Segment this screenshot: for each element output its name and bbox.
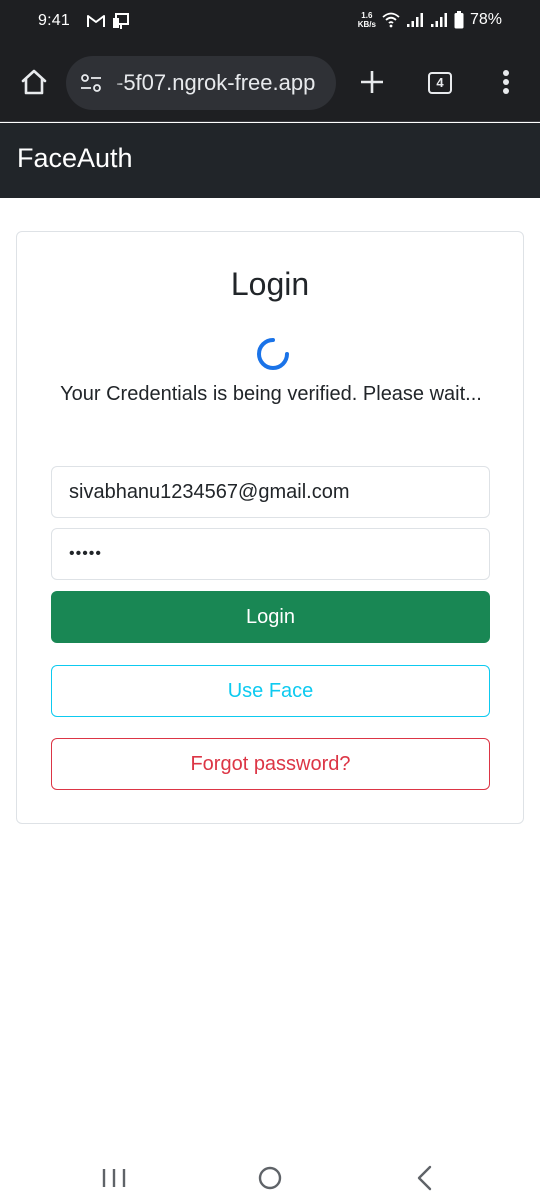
net-speed-unit: KB/s: [357, 20, 376, 29]
net-speed-value: 1.6: [361, 11, 373, 20]
wifi-icon: [382, 12, 400, 28]
forgot-password-button[interactable]: Forgot password?: [51, 738, 490, 790]
verification-message: Your Credentials is being verified. Plea…: [60, 383, 482, 405]
device-icon: [113, 13, 129, 29]
status-system-icons: 1.6 KB/s 78%: [358, 11, 502, 29]
app-navbar: FaceAuth: [0, 123, 540, 198]
status-bar: 9:41 1.6 KB/s 78%: [0, 0, 540, 44]
recents-icon[interactable]: [100, 1162, 132, 1192]
password-field[interactable]: •••••: [51, 528, 490, 580]
home-icon[interactable]: [18, 66, 50, 98]
use-face-button[interactable]: Use Face: [51, 665, 490, 717]
battery-level: 78%: [469, 11, 502, 28]
battery-icon: [454, 11, 464, 29]
net-speed: 1.6 KB/s: [358, 11, 376, 29]
tune-icon[interactable]: [80, 73, 102, 93]
login-button[interactable]: Login: [51, 591, 490, 643]
navbar-brand[interactable]: FaceAuth: [17, 143, 133, 174]
more-vert-icon[interactable]: [494, 66, 518, 98]
gmail-icon: [87, 15, 105, 27]
signal-icon: [406, 13, 423, 27]
status-notification-icons: [86, 12, 130, 30]
signal-icon: [430, 13, 447, 27]
back-icon[interactable]: [410, 1162, 442, 1192]
loading-spinner-icon: [257, 338, 289, 370]
tab-switcher-button[interactable]: 4: [428, 72, 452, 94]
status-time: 9:41: [38, 12, 70, 29]
login-title: Login: [230, 266, 310, 302]
email-field[interactable]: sivabhanu1234567@gmail.com: [51, 466, 490, 518]
browser-toolbar: -5f07.ngrok-free.app 4: [0, 44, 540, 122]
url-text: -5f07.ngrok-free.app: [116, 70, 316, 95]
login-card: Login Your Credentials is being verified…: [16, 231, 524, 824]
home-circle-icon[interactable]: [254, 1162, 286, 1192]
address-bar[interactable]: -5f07.ngrok-free.app: [66, 56, 336, 110]
url-fade: [112, 64, 124, 102]
system-navigation-bar: [0, 1150, 540, 1204]
plus-icon[interactable]: [356, 66, 388, 98]
